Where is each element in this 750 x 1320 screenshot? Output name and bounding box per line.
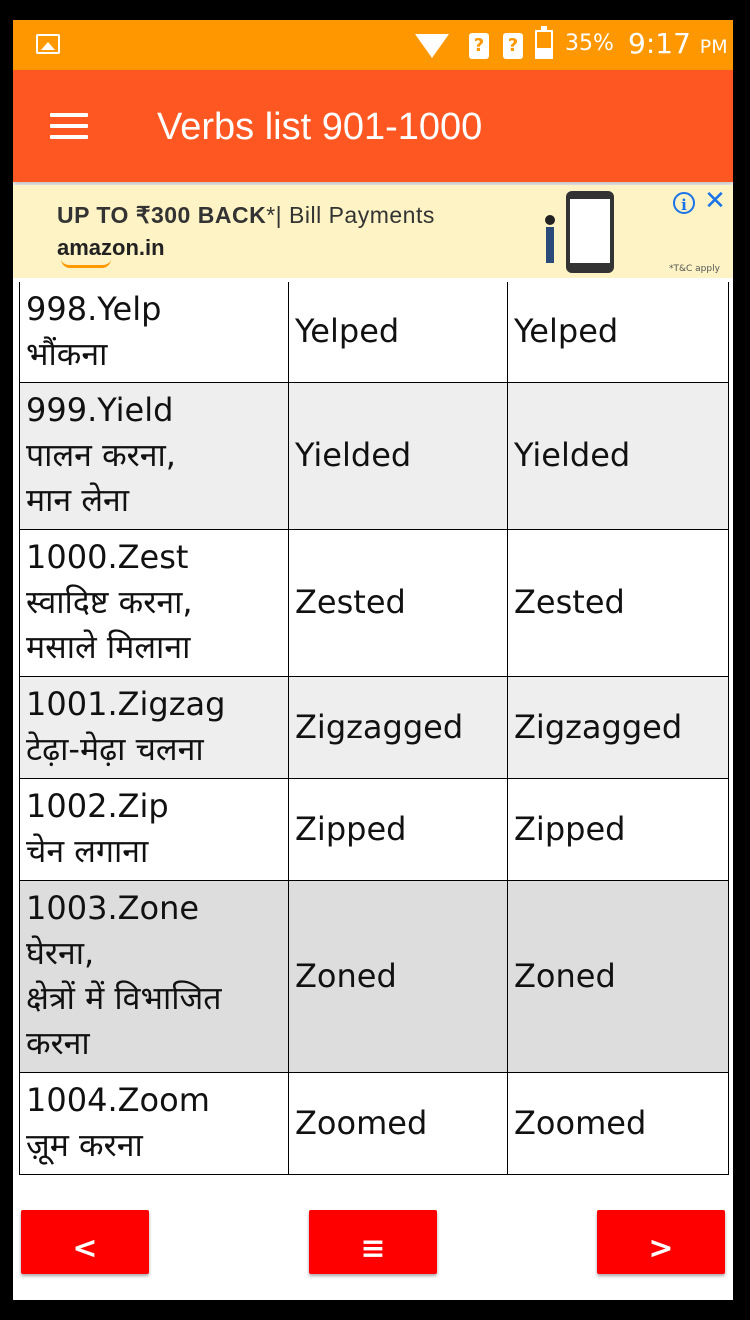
verb-cell: 998.Yelp भौंकना (19, 282, 289, 383)
verb-cell: 1002.Zip चेन लगाना (19, 777, 289, 881)
status-bar: ? ? 35% 9:17 PM (13, 20, 733, 70)
menu-button[interactable]: ≡ (309, 1210, 437, 1274)
past-tense-cell: Zigzagged (288, 675, 508, 779)
past-tense-cell: Zested (288, 528, 508, 677)
past-tense-cell: Yielded (288, 381, 508, 530)
verb-meaning: करना (26, 1024, 90, 1062)
clock-ampm: PM (699, 36, 728, 58)
verb-meaning: मसाले मिलाना (26, 628, 191, 666)
battery-icon (535, 26, 553, 59)
verb-cell: 999.Yield पालन करना, मान लेना (19, 381, 289, 530)
verb-meaning: टेढ़ा-मेढ़ा चलना (26, 730, 204, 768)
verb-label: 1004.Zoom (26, 1081, 210, 1119)
table-row: 999.Yield पालन करना, मान लेना Yielded Yielde… (19, 381, 729, 530)
ad-headline[interactable]: UP TO ₹300 BACK*| Bill Payments (57, 202, 435, 229)
verb-label: 999.Yield (26, 391, 174, 429)
verb-label: 1001.Zigzag (26, 685, 226, 723)
battery-percent: 35% (565, 31, 614, 56)
table-row: 998.Yelp भौंकना Yelped Yelped (19, 282, 729, 383)
amazon-smile-icon (61, 259, 111, 268)
unknown-sim-icon: ? (469, 33, 489, 59)
verbs-table: 998.Yelp भौंकना Yelped Yelped 999.Yield पालन … (19, 282, 729, 1175)
past-participle-cell: Zested (507, 528, 729, 677)
ad-headline-bold: UP TO ₹300 BACK (57, 202, 267, 228)
prev-button[interactable]: < (21, 1210, 149, 1274)
verb-meaning: स्वादिष्ट करना, (26, 583, 193, 621)
unknown-sim-icon: ? (503, 33, 523, 59)
table-row: 1002.Zip चेन लगाना Zipped Zipped (19, 777, 729, 881)
past-tense-cell: Yelped (288, 282, 508, 383)
table-row: 1003.Zone घेरना, क्षेत्रों में विभाजित करना… (19, 879, 729, 1073)
screen: ? ? 35% 9:17 PM Verbs list 901-1000 UP T… (13, 20, 733, 1300)
verb-meaning: पालन करना, (26, 436, 176, 474)
table-row: 1001.Zigzag टेढ़ा-मेढ़ा चलना Zigzagged Zigz… (19, 675, 729, 779)
verb-meaning: घेरना, (26, 934, 95, 972)
page-title: Verbs list 901-1000 (157, 106, 483, 148)
wifi-icon (415, 34, 449, 58)
next-button[interactable]: > (597, 1210, 725, 1274)
verb-cell: 1000.Zest स्वादिष्ट करना, मसाले मिलाना (19, 528, 289, 677)
ad-banner[interactable]: UP TO ₹300 BACK*| Bill Payments amazon.i… (13, 185, 733, 278)
verb-meaning: मान लेना (26, 481, 130, 519)
past-tense-cell: Zoned (288, 879, 508, 1073)
ad-close-icon[interactable]: ✕ (702, 188, 728, 214)
clock: 9:17 PM (628, 27, 728, 60)
verb-cell: 1003.Zone घेरना, क्षेत्रों में विभाजित करना (19, 879, 289, 1073)
ad-headline-rest: *| Bill Payments (266, 202, 435, 228)
person-illustration-icon (543, 215, 557, 265)
verb-meaning: भौंकना (26, 334, 108, 373)
clock-time: 9:17 (628, 27, 691, 60)
past-participle-cell: Zigzagged (507, 675, 729, 779)
past-participle-cell: Zoomed (507, 1071, 729, 1175)
verb-label: 1000.Zest (26, 538, 189, 576)
table-row: 1004.Zoom ज़ूम करना Zoomed Zoomed (19, 1071, 729, 1175)
battery-level (537, 48, 551, 57)
verb-label: 1003.Zone (26, 889, 200, 927)
verb-label: 1002.Zip (26, 787, 169, 825)
verb-cell: 1004.Zoom ज़ूम करना (19, 1071, 289, 1175)
ad-info-icon[interactable]: i (673, 192, 695, 214)
ad-terms: *T&C apply (669, 264, 720, 274)
table-row: 1000.Zest स्वादिष्ट करना, मसाले मिलाना Zest… (19, 528, 729, 677)
phone-illustration-icon (566, 191, 614, 273)
past-tense-cell: Zoomed (288, 1071, 508, 1175)
past-participle-cell: Yielded (507, 381, 729, 530)
verb-cell: 1001.Zigzag टेढ़ा-मेढ़ा चलना (19, 675, 289, 779)
ad-brand-logo: amazon.in (57, 235, 165, 260)
verb-meaning: चेन लगाना (26, 832, 149, 870)
past-participle-cell: Zipped (507, 777, 729, 881)
verb-label: 998.Yelp (26, 289, 162, 328)
app-bar: Verbs list 901-1000 (13, 70, 733, 182)
verb-meaning: ज़ूम करना (26, 1126, 143, 1164)
gallery-icon (36, 34, 60, 54)
past-participle-cell: Zoned (507, 879, 729, 1073)
past-participle-cell: Yelped (507, 282, 729, 383)
verb-meaning: क्षेत्रों में विभाजित (26, 979, 222, 1017)
bottom-nav: < ≡ > (13, 1210, 733, 1274)
past-tense-cell: Zipped (288, 777, 508, 881)
hamburger-icon[interactable] (50, 113, 88, 139)
